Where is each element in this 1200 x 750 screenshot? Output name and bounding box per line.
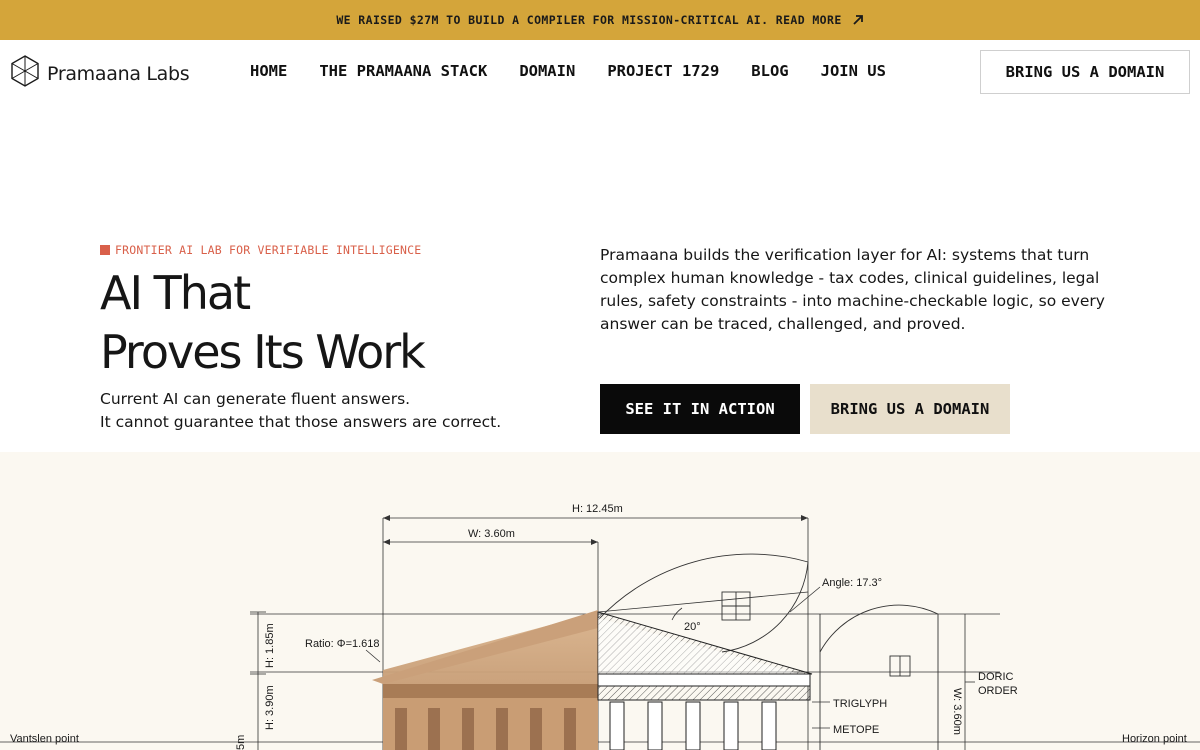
nav-link-blog[interactable]: BLOG xyxy=(751,62,788,80)
subtext-line-2: It cannot guarantee that those answers a… xyxy=(100,413,502,431)
hero-subtext: Current AI can generate fluent answers. … xyxy=(100,388,570,434)
label-width: W: 3.60m xyxy=(468,528,515,540)
brand-logo[interactable]: Pramaana Labs xyxy=(10,54,190,93)
announcement-bar[interactable]: WE RAISED $27M TO BUILD A COMPILER FOR M… xyxy=(0,0,1200,40)
label-left-edge: 5m xyxy=(235,735,247,750)
label-ratio: Ratio: Φ=1.618 xyxy=(305,638,380,650)
temple-blueprint-illustration: H: 12.45m W: 3.60m Angle: 17.3° 20° Rati… xyxy=(0,452,1200,750)
hero-eyebrow: FRONTIER AI LAB FOR VERIFIABLE INTELLIGE… xyxy=(100,243,421,257)
brand-name: Pramaana Labs xyxy=(47,62,190,85)
eyebrow-square-icon xyxy=(100,245,110,255)
hero-intro: Pramaana builds the verification layer f… xyxy=(600,246,1105,333)
label-height-390: H: 3.90m xyxy=(264,685,276,730)
see-it-in-action-button[interactable]: SEE IT IN ACTION xyxy=(600,384,800,434)
headline-line-1: AI That xyxy=(100,266,251,320)
subtext-line-1: Current AI can generate fluent answers. xyxy=(100,390,411,408)
announcement-text[interactable]: WE RAISED $27M TO BUILD A COMPILER FOR M… xyxy=(336,13,841,27)
label-height-total: H: 12.45m xyxy=(572,503,623,515)
nav-link-home[interactable]: HOME xyxy=(250,62,287,80)
label-vanishing-point: Vantslen point xyxy=(10,733,79,745)
hero-headline: AI That Proves Its Work xyxy=(100,264,560,382)
top-navigation: Pramaana Labs HOME THE PRAMAANA STACK DO… xyxy=(0,40,1200,104)
nav-links: HOME THE PRAMAANA STACK DOMAIN PROJECT 1… xyxy=(250,62,918,80)
label-horizon-point: Horizon point xyxy=(1122,733,1187,745)
nav-link-project-1729[interactable]: PROJECT 1729 xyxy=(607,62,719,80)
label-order: ORDER xyxy=(978,685,1018,697)
eyebrow-text: FRONTIER AI LAB FOR VERIFIABLE INTELLIGE… xyxy=(115,243,422,257)
label-width-side: W: 3.60m xyxy=(951,688,963,735)
nav-bring-domain-button[interactable]: BRING US A DOMAIN xyxy=(980,50,1190,94)
label-angle: Angle: 17.3° xyxy=(822,577,882,589)
nav-link-domain[interactable]: DOMAIN xyxy=(519,62,575,80)
label-height-185: H: 1.85m xyxy=(264,623,276,668)
label-angle-small: 20° xyxy=(684,621,701,633)
bring-us-a-domain-button[interactable]: BRING US A DOMAIN xyxy=(810,384,1010,434)
label-metope: METOPE xyxy=(833,724,879,736)
label-doric: DORIC xyxy=(978,671,1014,683)
nav-link-join-us[interactable]: JOIN US xyxy=(821,62,886,80)
label-triglyph: TRIGLYPH xyxy=(833,698,887,710)
arrow-up-right-icon xyxy=(852,14,864,26)
headline-line-2: Proves Its Work xyxy=(100,325,426,379)
hexagon-cube-logo xyxy=(10,54,40,93)
nav-link-stack[interactable]: THE PRAMAANA STACK xyxy=(319,62,487,80)
